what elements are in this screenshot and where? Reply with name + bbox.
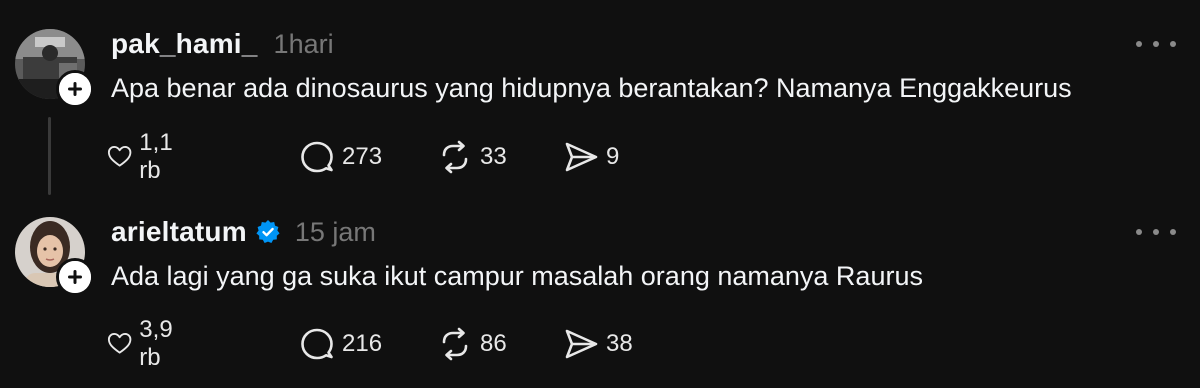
post-time[interactable]: 15 jam <box>295 217 376 248</box>
post-time[interactable]: 1hari <box>274 29 334 60</box>
plus-icon <box>59 261 91 293</box>
send-icon <box>565 142 598 172</box>
follow-button[interactable] <box>56 258 94 296</box>
username[interactable]: arieltatum <box>111 216 247 248</box>
follow-button[interactable] <box>56 70 94 108</box>
reply-count: 273 <box>342 143 383 170</box>
share-button[interactable]: 9 <box>562 137 619 177</box>
comment-icon <box>301 141 333 173</box>
post-text: Apa benar ada dinosaurus yang hidupnya b… <box>111 73 1072 103</box>
repost-count: 86 <box>480 330 507 357</box>
username[interactable]: pak_hami_ <box>111 28 258 60</box>
post-header: arieltatum 15 jam <box>111 214 376 250</box>
like-count: 3,9 rb <box>139 316 173 371</box>
comment-icon <box>301 328 333 360</box>
post-text: Ada lagi yang ga suka ikut campur masala… <box>111 261 923 291</box>
plus-icon <box>59 73 91 105</box>
verified-badge-icon <box>255 219 281 245</box>
send-icon <box>565 329 598 359</box>
heart-icon <box>107 333 132 354</box>
reply-button[interactable]: 273 <box>298 137 382 177</box>
avatar-container[interactable] <box>15 217 94 296</box>
share-count: 9 <box>606 143 620 170</box>
thread-connector-line <box>48 117 51 195</box>
repost-icon <box>442 327 468 361</box>
more-icon <box>1136 41 1142 47</box>
more-options-button[interactable] <box>1136 34 1176 54</box>
heart-icon <box>107 146 132 167</box>
avatar-container[interactable] <box>15 29 94 108</box>
repost-button[interactable]: 86 <box>436 324 507 364</box>
like-button[interactable]: 1,1 rb <box>106 129 183 184</box>
like-count: 1,1 rb <box>139 129 173 184</box>
more-options-button[interactable] <box>1136 222 1176 242</box>
post-header: pak_hami_ 1hari <box>111 26 334 62</box>
more-icon <box>1136 229 1142 235</box>
share-button[interactable]: 38 <box>562 324 633 364</box>
repost-button[interactable]: 33 <box>436 137 507 177</box>
reply-button[interactable]: 216 <box>298 324 382 364</box>
like-button[interactable]: 3,9 rb <box>106 316 183 371</box>
thread-post: pak_hami_ 1hari Apa benar ada dinosaurus… <box>0 0 1200 200</box>
repost-count: 33 <box>480 143 507 170</box>
share-count: 38 <box>606 330 633 357</box>
reply-count: 216 <box>342 330 383 357</box>
repost-icon <box>442 140 468 174</box>
thread-post: arieltatum 15 jam Ada lagi yang ga suka … <box>0 200 1200 388</box>
